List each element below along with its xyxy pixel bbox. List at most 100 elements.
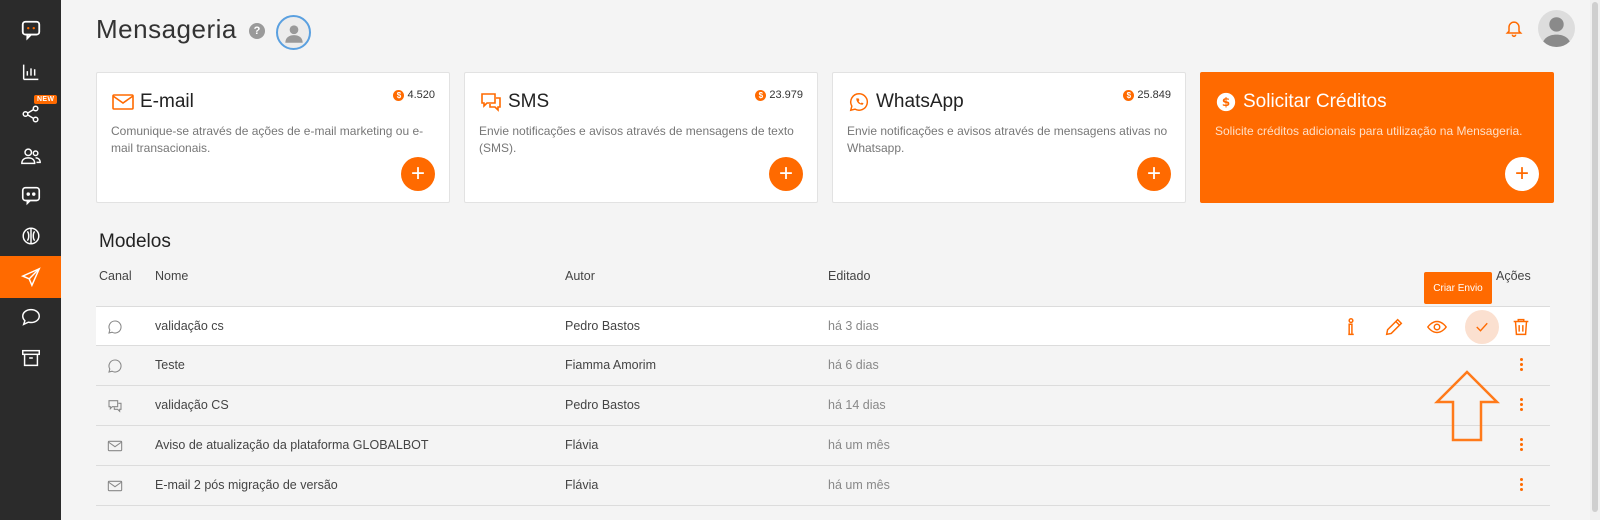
- col-canal: Canal: [99, 269, 132, 283]
- sidebar-item-brain[interactable]: [0, 215, 61, 257]
- row-author: Pedro Bastos: [565, 398, 641, 412]
- scrollbar-thumb[interactable]: [1592, 2, 1598, 512]
- send-icon: [20, 267, 41, 288]
- row-edited: há 14 dias: [828, 398, 886, 412]
- row-author: Pedro Bastos: [565, 319, 641, 333]
- sidebar-item-archive[interactable]: [0, 337, 61, 379]
- table-row[interactable]: Teste Fiamma Amorim há 6 dias: [96, 346, 1550, 386]
- row-name: validação CS: [155, 398, 229, 412]
- bar-chart-icon: [22, 64, 38, 81]
- row-menu-button[interactable]: [1515, 394, 1527, 414]
- eye-icon: [1426, 320, 1448, 334]
- sms-icon: [108, 400, 122, 413]
- user-avatar[interactable]: [1538, 10, 1575, 47]
- new-badge: NEW: [34, 95, 58, 104]
- coin-icon: $: [393, 89, 405, 101]
- request-credits-desc: Solicite créditos adicionais para utiliz…: [1215, 124, 1523, 138]
- row-name: Aviso de atualização da plataforma GLOBA…: [155, 438, 429, 452]
- whatsapp-icon: [849, 93, 869, 112]
- email-card-desc: Comunique-se através de ações de e-mail …: [111, 124, 424, 155]
- whatsapp-icon: [108, 359, 122, 373]
- sidebar-item-bots[interactable]: [0, 174, 61, 216]
- archive-icon: [21, 349, 40, 367]
- info-button[interactable]: [1340, 316, 1362, 338]
- email-card-title: E-mail: [140, 91, 194, 112]
- row-edited: há 6 dias: [828, 358, 879, 372]
- edit-button[interactable]: [1383, 316, 1405, 338]
- add-email-button[interactable]: +: [401, 157, 435, 191]
- users-icon: [20, 148, 41, 165]
- row-name: Teste: [155, 358, 185, 372]
- col-autor: Autor: [565, 269, 595, 283]
- bot-icon: [21, 186, 40, 206]
- models-title: Modelos: [99, 231, 171, 252]
- chat-logo-icon: [21, 20, 40, 41]
- create-send-tooltip: Criar Envio: [1424, 272, 1492, 304]
- info-icon: [1348, 318, 1354, 336]
- col-nome: Nome: [155, 269, 189, 283]
- user-profile-icon: [1542, 17, 1571, 47]
- request-credits-card[interactable]: $ Solicitar Créditos Solicite créditos a…: [1200, 72, 1554, 203]
- request-credits-title: Solicitar Créditos: [1243, 91, 1387, 112]
- coin-icon: $: [755, 89, 767, 101]
- whatsapp-card-desc: Envie notificações e avisos através de m…: [847, 124, 1168, 155]
- table-row[interactable]: validação cs Pedro Bastos há 3 dias: [96, 306, 1550, 346]
- check-icon: [1476, 322, 1488, 332]
- whatsapp-icon: [108, 320, 122, 334]
- table-row[interactable]: E-mail 2 pós migração de versão Flávia h…: [96, 466, 1550, 506]
- row-author: Fiamma Amorim: [565, 358, 656, 372]
- row-menu-button[interactable]: [1515, 354, 1527, 374]
- create-send-button[interactable]: [1465, 310, 1499, 344]
- sidebar-item-conversations[interactable]: [0, 296, 61, 338]
- dollar-coin-icon: $: [1216, 92, 1236, 112]
- view-button[interactable]: [1426, 316, 1448, 338]
- up-arrow-annotation-icon: [1434, 370, 1500, 442]
- email-credit: $4.520: [393, 89, 435, 101]
- whatsapp-credit-value: 25.849: [1137, 89, 1171, 101]
- sms-credit-value: 23.979: [769, 89, 803, 101]
- whatsapp-card[interactable]: WhatsApp $25.849 Envie notificações e av…: [832, 72, 1186, 203]
- email-icon: [112, 94, 134, 110]
- col-acoes: Ações: [1496, 269, 1531, 283]
- sms-card-desc: Envie notificações e avisos através de m…: [479, 124, 794, 155]
- pencil-icon: [1385, 318, 1403, 336]
- email-credit-value: 4.520: [407, 89, 435, 101]
- share-nodes-icon: [21, 105, 39, 123]
- sms-icon: [481, 93, 501, 112]
- row-menu-button[interactable]: [1515, 434, 1527, 454]
- sms-card[interactable]: SMS $23.979 Envie notificações e avisos …: [464, 72, 818, 203]
- help-icon[interactable]: ?: [249, 23, 265, 39]
- sms-card-title: SMS: [508, 91, 550, 112]
- sms-credit: $23.979: [755, 89, 803, 101]
- sidebar-item-flows[interactable]: NEW: [0, 93, 61, 135]
- coin-icon: $: [1123, 89, 1135, 101]
- whatsapp-credit: $25.849: [1123, 89, 1171, 101]
- email-icon: [107, 440, 123, 452]
- sidebar-logo[interactable]: [0, 9, 61, 51]
- delete-button[interactable]: [1510, 316, 1532, 338]
- row-menu-button[interactable]: [1515, 474, 1527, 494]
- row-name: validação cs: [155, 319, 224, 333]
- trash-icon: [1513, 318, 1529, 336]
- table-row[interactable]: validação CS Pedro Bastos há 14 dias: [96, 386, 1550, 426]
- row-edited: há 3 dias: [828, 319, 879, 333]
- user-placeholder-icon: [284, 24, 303, 43]
- sidebar-item-contacts[interactable]: [0, 135, 61, 177]
- table-row[interactable]: Aviso de atualização da plataforma GLOBA…: [96, 426, 1550, 466]
- email-card[interactable]: E-mail $4.520 Comunique-se através de aç…: [96, 72, 450, 203]
- row-edited: há um mês: [828, 478, 890, 492]
- email-icon: [107, 480, 123, 492]
- request-credits-button[interactable]: +: [1505, 157, 1539, 191]
- svg-text:$: $: [1222, 95, 1230, 109]
- whatsapp-card-title: WhatsApp: [876, 91, 964, 112]
- add-sms-button[interactable]: +: [769, 157, 803, 191]
- add-whatsapp-button[interactable]: +: [1137, 157, 1171, 191]
- sidebar: NEW: [0, 0, 61, 520]
- sidebar-item-analytics[interactable]: [0, 51, 61, 93]
- avatar[interactable]: [276, 15, 311, 50]
- row-edited: há um mês: [828, 438, 890, 452]
- brain-icon: [21, 227, 40, 245]
- bell-icon[interactable]: [1504, 18, 1524, 38]
- speech-bubble-icon: [21, 308, 40, 326]
- sidebar-item-messaging[interactable]: [0, 256, 61, 298]
